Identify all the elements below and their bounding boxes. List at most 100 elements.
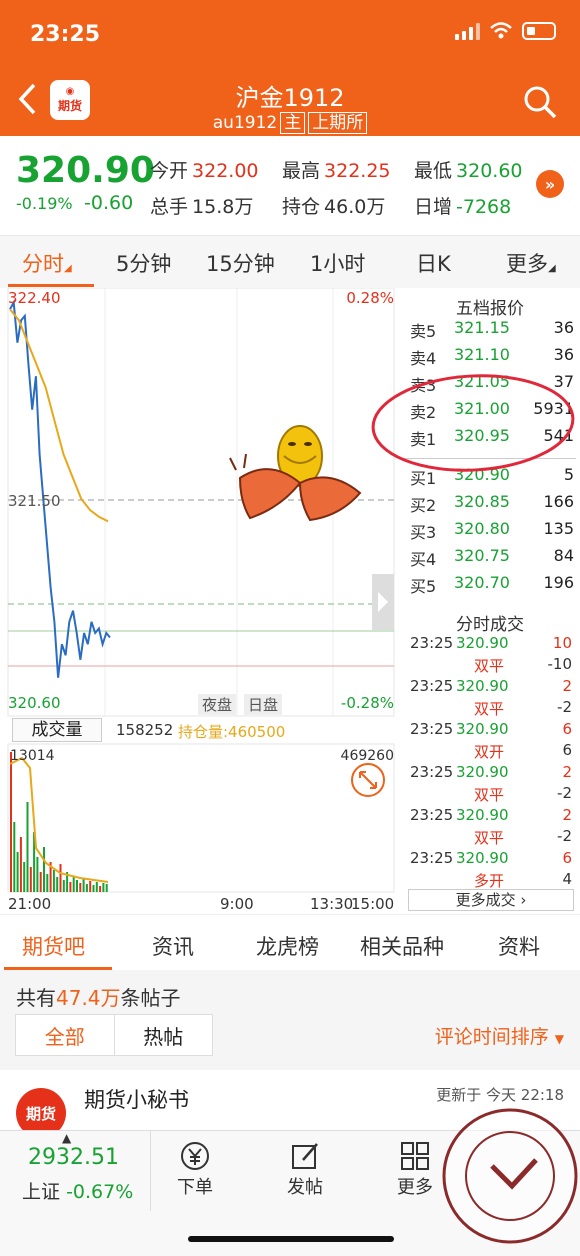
level-label: 买5: [410, 577, 437, 596]
oi-field: 持仓 46.0万: [282, 192, 385, 219]
y-axis-bottom-label: 320.60: [8, 694, 61, 712]
tab-1hour[interactable]: 1小时: [310, 248, 365, 278]
trade-volume: 6: [562, 849, 572, 867]
order-book-title: 五档报价: [456, 299, 524, 319]
status-icons: [455, 22, 556, 40]
low-value: 320.60: [456, 160, 523, 182]
ask-row[interactable]: 卖4 321.10 36: [410, 345, 574, 369]
bid-row[interactable]: 买5 320.70 196: [410, 573, 574, 597]
order-button[interactable]: 下单: [160, 1139, 230, 1199]
bid-row[interactable]: 买2 320.85 166: [410, 492, 574, 516]
tab-more[interactable]: 更多◢: [506, 248, 556, 278]
trade-volume: 2: [562, 677, 572, 695]
trade-oi-change: 6: [562, 741, 572, 759]
trade-row: 23:25 320.90 2: [410, 763, 574, 783]
volume-bar: [56, 877, 59, 892]
y-axis-top-pct-label: 0.28%: [346, 289, 394, 307]
session-night-button[interactable]: 夜盘: [198, 694, 237, 715]
index-value[interactable]: 2932.51: [28, 1145, 119, 1170]
trade-time: 23:25: [410, 806, 454, 824]
tab-intraday[interactable]: 分时◢: [22, 248, 72, 278]
low-field: 最低 320.60: [414, 156, 523, 183]
hand-drawn-circle-annotation: [371, 374, 575, 472]
battery-icon: [522, 22, 556, 40]
trade-row: 23:25 320.90 10: [410, 634, 574, 654]
trade-volume: 2: [562, 806, 572, 824]
trade-price: 320.90: [456, 849, 509, 867]
trade-oi-change: -2: [557, 698, 572, 716]
period-tabs: 分时◢ 5分钟 15分钟 1小时 日K 更多◢: [0, 236, 580, 288]
trade-volume: 2: [562, 763, 572, 781]
volume-value: 15.8万: [192, 196, 254, 218]
level-qty: 36: [553, 318, 574, 337]
wifi-icon: [490, 22, 512, 39]
index-name: 上证: [22, 1181, 61, 1203]
level-qty: 84: [553, 546, 574, 565]
level-label: 买2: [410, 496, 437, 515]
volume-indicator-button[interactable]: 成交量: [12, 718, 102, 742]
tab-15min[interactable]: 15分钟: [206, 248, 275, 278]
volume-bar: [13, 822, 16, 892]
sort-button[interactable]: 评论时间排序 ▼: [435, 1022, 564, 1049]
tab-5min[interactable]: 5分钟: [116, 248, 171, 278]
filter-hot-button[interactable]: 热帖: [115, 1015, 213, 1055]
filter-all-button[interactable]: 全部: [16, 1015, 115, 1055]
tab-forum[interactable]: 期货吧: [22, 931, 85, 961]
oi-value: 46.0万: [324, 196, 386, 218]
index-name-change[interactable]: 上证 -0.67%: [22, 1177, 133, 1204]
level-qty: 196: [543, 573, 574, 592]
trade-action: 双平: [474, 786, 505, 804]
info-tabs: 期货吧 资讯 龙虎榜 相关品种 资料: [0, 914, 580, 970]
volume-bar: [62, 880, 65, 892]
grid-icon: [401, 1142, 429, 1170]
time-label-close: 15:00: [351, 895, 395, 913]
volume-bar: [16, 852, 19, 892]
trade-time: 23:25: [410, 763, 454, 781]
volume-bar: [26, 802, 29, 892]
quote-panel: 320.90 -0.19% -0.60 今开 322.00 最高 322.25 最低…: [0, 136, 580, 236]
quote-more-button[interactable]: »: [536, 170, 564, 198]
main-contract-tag: 主: [280, 112, 306, 134]
bid-row[interactable]: 买3 320.80 135: [410, 519, 574, 543]
y-axis-mid-label: 321.50: [8, 492, 61, 510]
level-label: 买3: [410, 523, 437, 542]
tab-related[interactable]: 相关品种: [360, 931, 444, 961]
tab-news[interactable]: 资讯: [152, 931, 194, 961]
trade-detail-row: 双平 -2: [410, 784, 574, 804]
search-icon[interactable]: [522, 84, 558, 120]
time-label-afternoon: 13:30: [310, 895, 354, 913]
trade-action: 双平: [474, 657, 505, 675]
more-trades-label: 更多成交: [455, 891, 516, 909]
price-series: [9, 299, 111, 678]
tab-daily-k[interactable]: 日K: [416, 248, 451, 278]
session-day-button[interactable]: 日盘: [244, 694, 283, 715]
volume-bar: [29, 867, 32, 892]
intraday-chart[interactable]: 322.40 0.28% 321.50 320.60 -0.28% 夜盘 日盘 …: [0, 287, 400, 913]
post-filter: 全部 热帖: [15, 1014, 213, 1056]
trade-detail-row: 多开 4: [410, 870, 574, 890]
volume-bar: [99, 886, 102, 892]
level-price: 320.75: [454, 546, 510, 565]
toolbar-divider: [150, 1131, 151, 1211]
trade-oi-change: -2: [557, 784, 572, 802]
time-sales-title: 分时成交: [456, 615, 524, 635]
post-button[interactable]: 发帖: [270, 1139, 340, 1199]
trade-oi-change: -10: [547, 655, 573, 673]
level-qty: 166: [543, 492, 574, 511]
home-indicator: [188, 1236, 394, 1242]
volume-bar: [85, 884, 88, 892]
bid-row[interactable]: 买4 320.75 84: [410, 546, 574, 570]
tab-leaderboard[interactable]: 龙虎榜: [256, 931, 319, 961]
oi-readout: 持仓量:460500: [178, 723, 286, 741]
open-field: 今开 322.00: [150, 156, 259, 183]
level-price: 320.80: [454, 519, 510, 538]
trade-volume: 10: [552, 634, 572, 652]
ask-row[interactable]: 卖5 321.15 36: [410, 318, 574, 342]
volume-axis-top-right: 469260: [340, 748, 394, 764]
tab-info[interactable]: 资料: [498, 931, 540, 961]
post-count-value: 47.4万: [56, 986, 121, 1010]
post-count-suffix: 条帖子: [120, 986, 181, 1010]
more-trades-button[interactable]: 更多成交 ›: [408, 889, 574, 911]
last-price: 320.90: [16, 150, 155, 191]
change-value: -0.60: [84, 192, 134, 214]
